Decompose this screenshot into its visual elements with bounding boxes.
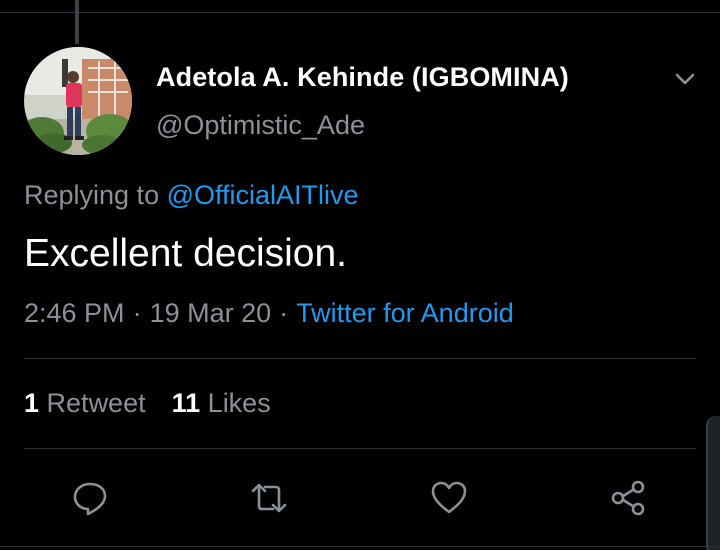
thread-connector-line [75,0,79,44]
tweet-stats: 1 Retweet 11 Likes [24,388,271,419]
retweets-stat[interactable]: 1 Retweet [24,388,146,418]
replying-to-label: Replying to [24,180,160,210]
heart-icon [431,481,467,514]
bottom-divider [0,546,720,547]
tweet-source-link[interactable]: Twitter for Android [296,298,514,328]
retweets-label: Retweet [46,388,146,418]
likes-count: 11 [171,388,201,418]
stats-divider-top [24,358,696,359]
stats-divider-bottom [24,448,696,449]
scrollbar-thumb[interactable] [706,416,720,550]
reply-button[interactable] [70,478,110,518]
retweet-button[interactable] [249,478,289,518]
like-button[interactable] [429,478,469,518]
retweet-icon [251,483,287,513]
chevron-down-icon[interactable] [672,66,698,92]
replying-to-line: Replying to @OfficialAITlive [24,180,359,211]
avatar[interactable] [24,47,132,155]
likes-stat[interactable]: 11 Likes [172,388,271,418]
top-divider [0,12,720,13]
meta-separator: · [279,298,289,328]
tweet-meta: 2:46 PM · 19 Mar 20 · Twitter for Android [24,298,514,329]
tweet-text: Excellent decision. [24,232,348,275]
likes-label: Likes [207,388,271,418]
tweet-detail-screen: Adetola A. Kehinde (IGBOMINA) @Optimisti… [0,0,720,550]
retweets-count: 1 [24,388,40,418]
avatar-photo [24,47,132,155]
author-display-name[interactable]: Adetola A. Kehinde (IGBOMINA) [156,62,569,93]
meta-separator: · [132,298,142,328]
author-handle[interactable]: @Optimistic_Ade [156,110,365,141]
reply-icon [73,482,107,516]
share-icon [611,480,645,516]
share-button[interactable] [608,478,648,518]
tweet-date[interactable]: 19 Mar 20 [150,298,272,328]
replying-to-mention-link[interactable]: @OfficialAITlive [167,180,359,210]
tweet-time[interactable]: 2:46 PM [24,298,125,328]
